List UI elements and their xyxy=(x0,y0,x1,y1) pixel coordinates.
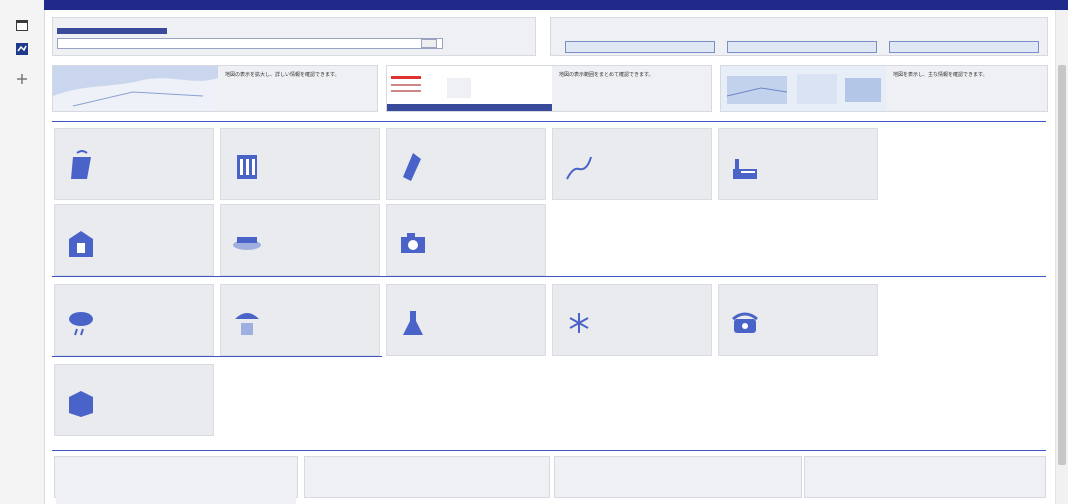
category-card[interactable] xyxy=(54,364,214,436)
main-content: 地図の表示を拡大し、詳しい情報を確認できます。 地図の表示範囲をまとめて確認でき… xyxy=(44,10,1056,504)
links-divider xyxy=(52,450,1046,451)
category-card[interactable] xyxy=(386,128,546,200)
category-card[interactable] xyxy=(718,128,878,200)
map-card-3[interactable]: 地図を表示し、主な情報を確認できます。 xyxy=(720,65,1048,112)
scrollbar-thumb[interactable] xyxy=(1058,65,1066,465)
category-card[interactable] xyxy=(718,284,878,356)
map-thumbnail-2 xyxy=(387,66,552,111)
map-card-1[interactable]: 地図の表示を拡大し、詳しい情報を確認できます。 xyxy=(52,65,378,112)
map-card-3-desc: 地図を表示し、主な情報を確認できます。 xyxy=(893,72,988,78)
plastic-bag-icon xyxy=(71,150,91,179)
category-card[interactable] xyxy=(386,284,546,356)
factory-icon xyxy=(733,159,757,179)
map-card-1-desc: 地図の表示を拡大し、詳しい情報を確認できます。 xyxy=(225,72,340,78)
category-card[interactable] xyxy=(220,128,380,200)
category-card[interactable] xyxy=(220,204,380,276)
search-input[interactable] xyxy=(57,38,443,49)
map-thumbnail-1 xyxy=(53,66,218,111)
category-card[interactable] xyxy=(552,128,712,200)
search-button[interactable] xyxy=(421,39,437,48)
footer-text xyxy=(56,494,296,504)
umbrella-icon xyxy=(235,313,259,335)
category-card[interactable] xyxy=(552,284,712,356)
link-card[interactable] xyxy=(54,456,298,498)
link-card[interactable] xyxy=(554,456,802,498)
map-card-2[interactable]: 地図の表示範囲をまとめて確認できます。 xyxy=(386,65,712,112)
category-card[interactable] xyxy=(54,204,214,276)
camera-icon xyxy=(401,233,425,253)
dish-icon xyxy=(233,237,261,250)
flask-icon xyxy=(403,311,423,335)
category-card[interactable] xyxy=(54,128,214,200)
search-panel xyxy=(52,17,536,56)
map-thumbnail-3 xyxy=(721,66,886,111)
category-card[interactable] xyxy=(220,284,380,356)
filter-button-2[interactable] xyxy=(727,41,877,53)
snowflake-icon xyxy=(569,313,589,333)
phone-icon xyxy=(732,312,758,333)
filter-button-3[interactable] xyxy=(889,41,1039,53)
link-card[interactable] xyxy=(304,456,550,498)
map-card-2-desc: 地図の表示範囲をまとめて確認できます。 xyxy=(559,72,654,78)
section-3-divider xyxy=(52,356,382,357)
calendar-icon[interactable] xyxy=(13,16,31,34)
plus-icon[interactable] xyxy=(13,70,31,88)
map-icon[interactable] xyxy=(13,40,31,58)
cup-icon xyxy=(237,155,257,179)
wind-icon xyxy=(566,156,592,180)
building-icon xyxy=(69,231,93,257)
section-1-divider xyxy=(52,121,1046,122)
category-card[interactable] xyxy=(54,284,214,356)
bottle-icon xyxy=(403,153,421,181)
section-2-divider xyxy=(52,276,1046,277)
filter-panel xyxy=(550,17,1048,56)
filter-button-1[interactable] xyxy=(565,41,715,53)
category-card[interactable] xyxy=(386,204,546,276)
search-heading-bar xyxy=(57,28,167,34)
link-card[interactable] xyxy=(804,456,1046,498)
app-header xyxy=(44,0,1068,10)
left-sidebar xyxy=(0,0,45,504)
cloud-icon xyxy=(69,312,93,336)
box-icon xyxy=(69,391,93,417)
vertical-scrollbar[interactable] xyxy=(1055,10,1068,504)
